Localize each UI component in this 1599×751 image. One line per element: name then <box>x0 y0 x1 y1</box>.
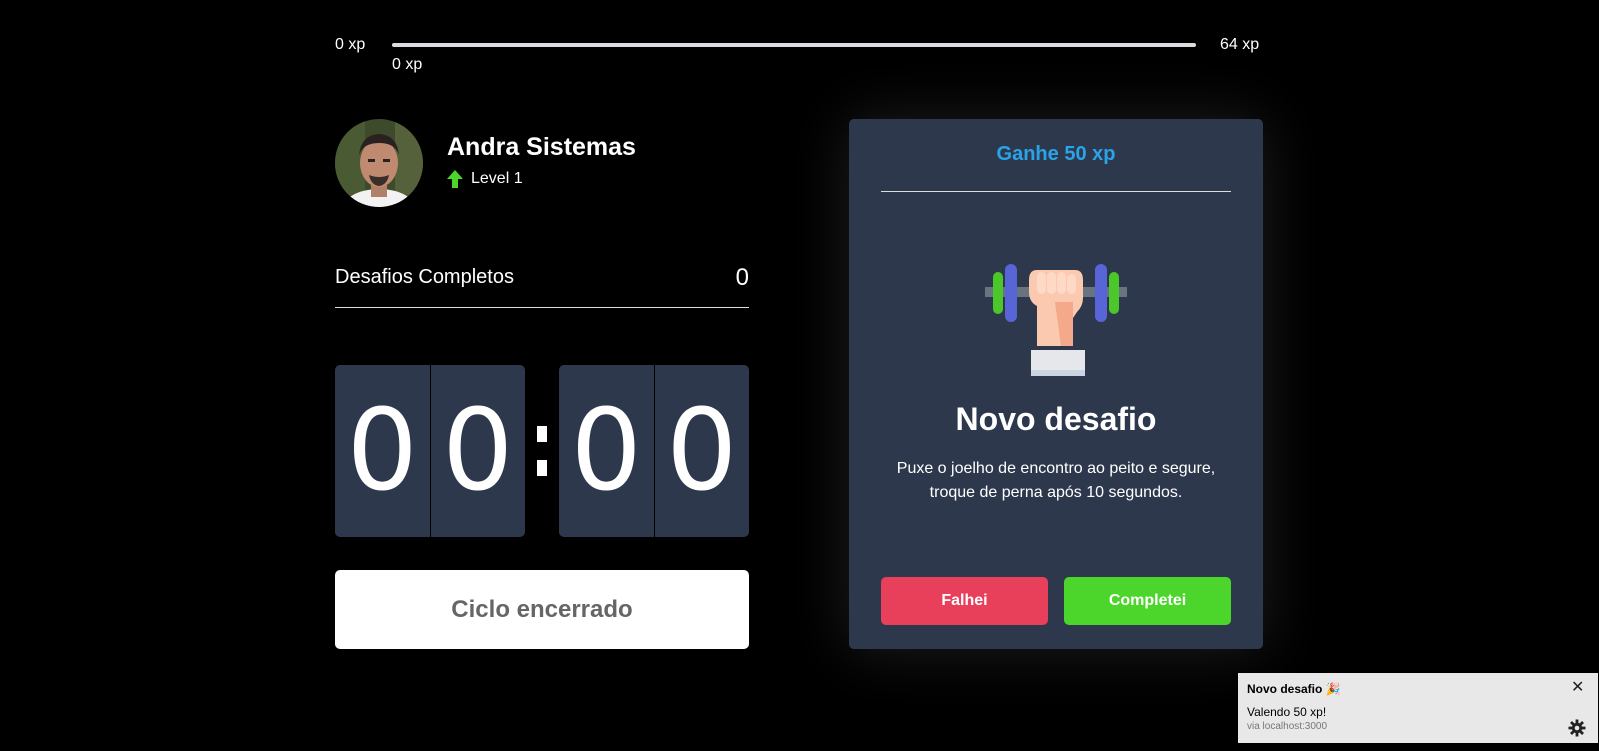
challenge-title: Novo desafio <box>955 401 1157 437</box>
completed-challenges: Desafios Completos 0 <box>335 262 749 308</box>
countdown-seconds: 0 0 <box>559 365 749 537</box>
challenge-card: Ganhe 50 xp Novo desafio Puxe o joelho d… <box>849 119 1263 649</box>
close-icon[interactable]: ✕ <box>1571 677 1584 697</box>
second-digit-right: 0 <box>666 386 738 516</box>
completed-button[interactable]: Completei <box>1064 577 1231 625</box>
challenge-xp-header: Ganhe 50 xp <box>881 143 1231 192</box>
level-up-arrow-icon <box>447 170 463 188</box>
gear-icon[interactable] <box>1568 719 1586 737</box>
notification-title: Novo desafio 🎉 <box>1247 682 1341 696</box>
xp-current-label: 0 xp <box>392 56 423 73</box>
completed-challenges-count: 0 <box>735 264 749 291</box>
notification-toast[interactable]: Novo desafio 🎉 Valendo 50 xp! via localh… <box>1238 673 1598 743</box>
xp-progress-bar <box>392 43 1196 47</box>
notification-body: Valendo 50 xp! <box>1247 705 1327 719</box>
xp-min-label: 0 xp <box>335 36 366 53</box>
notification-source: via localhost:3000 <box>1247 721 1328 732</box>
level-label: Level 1 <box>471 170 523 187</box>
minute-digit-left: 0 <box>335 365 431 537</box>
challenge-description: Puxe o joelho de encontro ao peito e seg… <box>896 460 1216 501</box>
countdown: 0 0 0 0 <box>335 365 749 537</box>
failed-button[interactable]: Falhei <box>881 577 1048 625</box>
countdown-separator <box>525 426 559 476</box>
dumbbell-icon <box>985 262 1127 378</box>
avatar <box>335 119 423 207</box>
cycle-ended-button[interactable]: Ciclo encerrado <box>335 570 749 649</box>
minute-digit-right: 0 <box>442 386 514 516</box>
profile-name: Andra Sistemas <box>447 133 636 161</box>
countdown-minutes: 0 0 <box>335 365 525 537</box>
second-digit-left: 0 <box>559 365 655 537</box>
completed-challenges-label: Desafios Completos <box>335 266 514 288</box>
xp-max-label: 64 xp <box>1220 36 1260 53</box>
profile-level: Level 1 <box>447 170 523 188</box>
